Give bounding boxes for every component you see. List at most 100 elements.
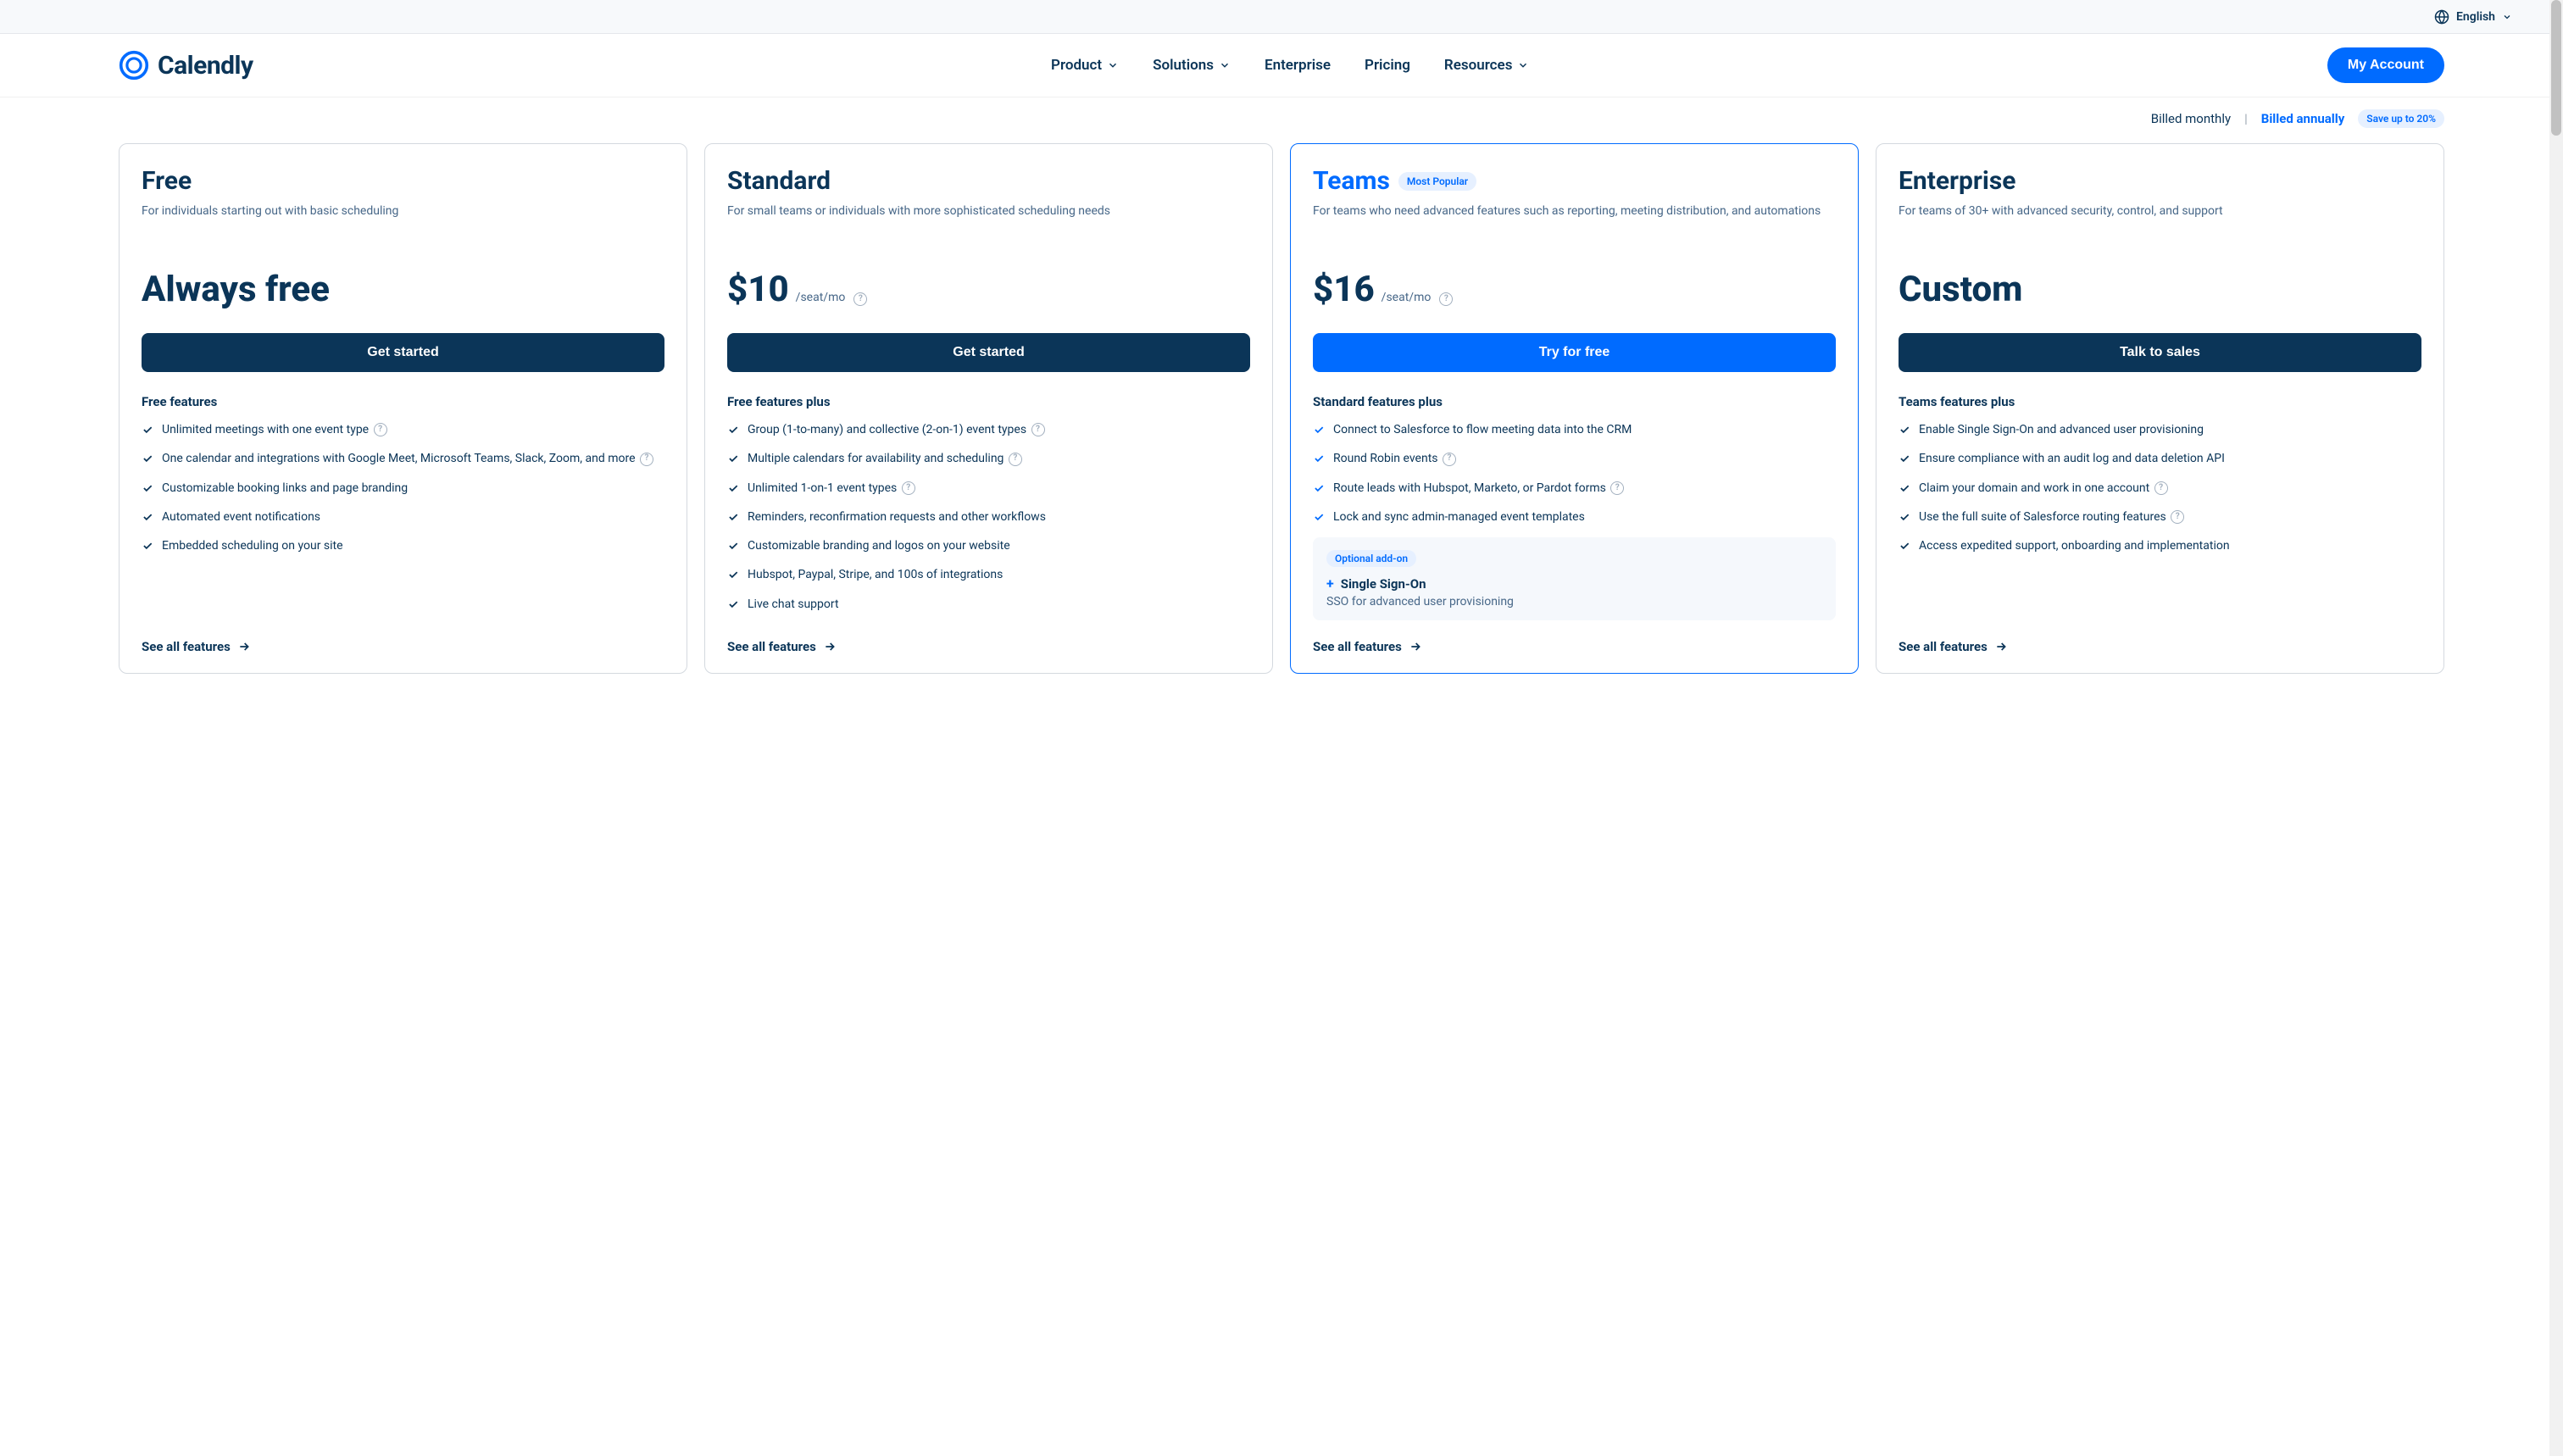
check-icon xyxy=(727,569,739,581)
price-label: Always free xyxy=(142,269,330,310)
feature-text: Connect to Salesforce to flow meeting da… xyxy=(1333,421,1632,438)
feature-item: Ensure compliance with an audit log and … xyxy=(1899,450,2421,467)
feature-item: Enable Single Sign-On and advanced user … xyxy=(1899,421,2421,438)
check-icon xyxy=(727,424,739,436)
see-all-label: See all features xyxy=(1313,639,1402,654)
plan-cta-button[interactable]: Get started xyxy=(142,333,664,372)
addon-pill: Optional add-on xyxy=(1326,550,1416,567)
plan-cta-button[interactable]: Get started xyxy=(727,333,1250,372)
billed-monthly-option[interactable]: Billed monthly xyxy=(2151,111,2231,126)
see-all-features-link[interactable]: See all features xyxy=(1313,620,1836,654)
features-heading: Free features xyxy=(142,394,664,409)
price: Custom xyxy=(1899,269,2421,313)
info-icon[interactable]: ? xyxy=(1439,292,1453,306)
see-all-features-link[interactable]: See all features xyxy=(142,620,664,654)
features-heading: Standard features plus xyxy=(1313,394,1836,409)
nav-link-label: Pricing xyxy=(1365,57,1410,74)
language-switcher[interactable]: English xyxy=(2434,9,2512,25)
check-icon xyxy=(1899,424,1910,436)
chevron-down-icon xyxy=(2502,12,2512,22)
feature-text: Customizable booking links and page bran… xyxy=(162,480,408,497)
nav-link-label: Solutions xyxy=(1153,57,1214,74)
brand-name: Calendly xyxy=(158,51,253,81)
save-badge: Save up to 20% xyxy=(2358,109,2444,128)
price-amount: $16 xyxy=(1313,269,1375,310)
plan-description: For teams who need advanced features suc… xyxy=(1313,203,1836,257)
info-icon[interactable]: ? xyxy=(902,481,915,495)
plan-card-enterprise: Enterprise For teams of 30+ with advance… xyxy=(1876,143,2444,674)
plan-cta-button[interactable]: Try for free xyxy=(1313,333,1836,372)
price: $16 /seat/mo ? xyxy=(1313,269,1836,313)
info-icon[interactable]: ? xyxy=(1610,481,1624,495)
nav-link-product[interactable]: Product xyxy=(1051,57,1119,74)
check-icon xyxy=(142,482,153,494)
feature-item: Multiple calendars for availability and … xyxy=(727,450,1250,467)
price-amount: $10 xyxy=(727,269,789,310)
feature-item: Reminders, reconfirmation requests and o… xyxy=(727,508,1250,525)
info-icon[interactable]: ? xyxy=(1031,423,1045,436)
feature-item: Hubspot, Paypal, Stripe, and 100s of int… xyxy=(727,566,1250,583)
feature-text: Group (1-to-many) and collective (2-on-1… xyxy=(748,421,1045,438)
divider: | xyxy=(2244,111,2248,126)
check-icon xyxy=(727,453,739,464)
feature-item: Customizable branding and logos on your … xyxy=(727,537,1250,554)
feature-item: Group (1-to-many) and collective (2-on-1… xyxy=(727,421,1250,438)
see-all-label: See all features xyxy=(1899,639,1988,654)
feature-list: Group (1-to-many) and collective (2-on-1… xyxy=(727,421,1250,620)
info-icon[interactable]: ? xyxy=(2171,510,2184,524)
check-icon xyxy=(727,540,739,552)
feature-list: Connect to Salesforce to flow meeting da… xyxy=(1313,421,1836,525)
plan-card-standard: Standard For small teams or individuals … xyxy=(704,143,1273,674)
plan-name: Enterprise xyxy=(1899,166,2015,196)
chevron-down-icon xyxy=(1219,59,1231,71)
see-all-label: See all features xyxy=(142,639,231,654)
plan-cta-button[interactable]: Talk to sales xyxy=(1899,333,2421,372)
feature-text: Ensure compliance with an audit log and … xyxy=(1919,450,2225,467)
feature-text: Embedded scheduling on your site xyxy=(162,537,343,554)
feature-item: Unlimited 1-on-1 event types ? xyxy=(727,480,1250,497)
feature-text: Unlimited meetings with one event type ? xyxy=(162,421,387,438)
nav-link-resources[interactable]: Resources xyxy=(1444,57,1530,74)
price-label: Custom xyxy=(1899,269,2022,310)
info-icon[interactable]: ? xyxy=(853,292,867,306)
plan-description: For teams of 30+ with advanced security,… xyxy=(1899,203,2421,257)
check-icon xyxy=(1313,424,1325,436)
brand-logo[interactable]: Calendly xyxy=(119,50,253,81)
nav-link-pricing[interactable]: Pricing xyxy=(1365,57,1410,74)
arrow-right-icon xyxy=(237,640,251,653)
feature-text: Multiple calendars for availability and … xyxy=(748,450,1022,467)
see-all-features-link[interactable]: See all features xyxy=(727,620,1250,654)
feature-item: Embedded scheduling on your site xyxy=(142,537,664,554)
feature-text: Claim your domain and work in one accoun… xyxy=(1919,480,2168,497)
check-icon xyxy=(1313,511,1325,523)
nav-link-solutions[interactable]: Solutions xyxy=(1153,57,1231,74)
scrollbar[interactable] xyxy=(2549,0,2563,1456)
plan-name: Free xyxy=(142,166,192,196)
info-icon[interactable]: ? xyxy=(374,423,387,436)
check-icon xyxy=(142,424,153,436)
nav-link-enterprise[interactable]: Enterprise xyxy=(1265,57,1331,74)
check-icon xyxy=(1313,453,1325,464)
nav-links: Product Solutions Enterprise Pricing Resourc… xyxy=(1051,57,1529,74)
addon-desc: SSO for advanced user provisioning xyxy=(1326,595,1822,609)
check-icon xyxy=(1899,540,1910,552)
info-icon[interactable]: ? xyxy=(2154,481,2168,495)
feature-item: Access expedited support, onboarding and… xyxy=(1899,537,2421,554)
scrollbar-thumb[interactable] xyxy=(2551,0,2561,136)
billed-annually-option[interactable]: Billed annually xyxy=(2261,111,2345,126)
arrow-right-icon xyxy=(1994,640,2008,653)
pricing-plans: Free For individuals starting out with b… xyxy=(0,143,2563,694)
check-icon xyxy=(142,453,153,464)
feature-item: Claim your domain and work in one accoun… xyxy=(1899,480,2421,497)
info-icon[interactable]: ? xyxy=(1443,453,1456,466)
feature-text: Enable Single Sign-On and advanced user … xyxy=(1919,421,2204,438)
check-icon xyxy=(1899,453,1910,464)
price-unit: /seat/mo xyxy=(1382,291,1432,304)
see-all-features-link[interactable]: See all features xyxy=(1899,620,2421,654)
info-icon[interactable]: ? xyxy=(640,453,653,466)
price: Always free xyxy=(142,269,664,313)
my-account-button[interactable]: My Account xyxy=(2327,47,2444,83)
info-icon[interactable]: ? xyxy=(1009,453,1022,466)
language-label: English xyxy=(2456,10,2495,24)
feature-item: Round Robin events ? xyxy=(1313,450,1836,467)
